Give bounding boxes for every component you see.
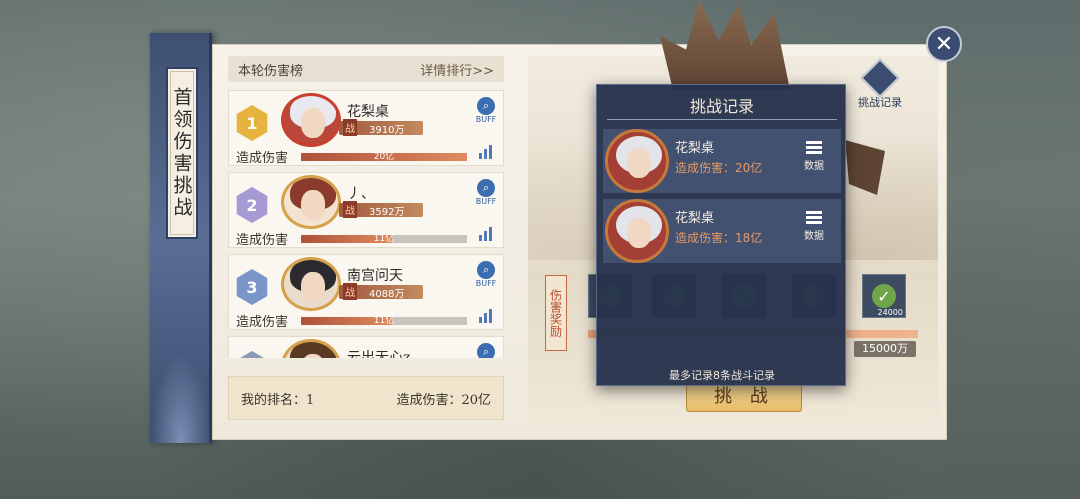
buff-label: BUFF — [475, 197, 497, 206]
ranking-row: 3 南宫问天 战 4088万 ⌕ BUFF 造成伤害 11亿 — [228, 254, 504, 330]
player-name: 花梨桌 — [347, 104, 389, 120]
rank-badge: 1 — [236, 105, 268, 141]
avatar-face — [301, 272, 325, 302]
player-name: 南宫问天 — [347, 268, 403, 284]
rank-badge: 3 — [236, 269, 268, 305]
banner-title: 首领伤害挑战 — [166, 67, 198, 239]
detail-ranking-link[interactable]: 详情排行>> — [420, 60, 494, 79]
list-icon — [797, 211, 831, 224]
challenge-record-button[interactable]: 挑战记录 — [852, 58, 908, 116]
record-name: 花梨桌 — [675, 141, 715, 156]
power-bar: 战 3910万 — [339, 119, 423, 136]
avatar-face — [301, 108, 325, 138]
wave-decoration — [150, 353, 212, 443]
ranking-row: 2 丿、 战 3592万 ⌕ BUFF 造成伤害 11亿 — [228, 172, 504, 248]
my-rank-text: 我的排名：1 — [241, 392, 315, 408]
ranking-row: 1 花梨桌 战 3910万 ⌕ BUFF 造成伤害 20亿 — [228, 90, 504, 166]
magnifier-icon: ⌕ — [477, 179, 495, 197]
power-value: 3592万 — [369, 206, 405, 218]
ranking-row: 4 云出无心z ⌕ — [228, 336, 504, 358]
damage-label: 造成伤害 — [236, 151, 289, 166]
reward-box[interactable]: ✓ 24000 — [862, 274, 906, 318]
player-name: 丿、 — [347, 186, 375, 202]
damage-value: 20亿 — [373, 152, 395, 162]
stats-icon[interactable] — [479, 145, 495, 159]
zhan-badge: 战 — [343, 119, 357, 136]
rank-badge: 4 — [236, 351, 268, 358]
title-banner: 首领伤害挑战 — [150, 33, 212, 443]
record-row: 花梨桌 造成伤害：18亿 数据 — [603, 199, 841, 263]
popup-title: 挑战记录 — [689, 97, 754, 116]
zhan-badge: 战 — [343, 201, 357, 218]
my-damage-text: 造成伤害：20亿 — [396, 392, 491, 408]
list-icon — [797, 141, 831, 154]
magnifier-icon: ⌕ — [477, 97, 495, 115]
player-avatar[interactable] — [281, 175, 341, 229]
power-value: 4088万 — [369, 288, 405, 300]
divider — [607, 119, 837, 120]
my-rank-bar: 我的排名：1 造成伤害：20亿 — [228, 376, 504, 420]
power-bar: 战 4088万 — [339, 283, 423, 300]
player-avatar[interactable] — [281, 93, 341, 147]
stats-icon[interactable] — [479, 309, 495, 323]
buff-icon[interactable]: ⌕ BUFF — [475, 261, 497, 288]
avatar-face — [301, 190, 325, 220]
data-label: 数据 — [804, 231, 824, 242]
buff-icon[interactable]: ⌕ — [475, 343, 497, 358]
record-avatar — [605, 199, 669, 263]
player-name: 云出无心z — [347, 350, 411, 358]
damage-value: 11亿 — [373, 316, 395, 326]
player-avatar[interactable] — [281, 339, 341, 358]
reward-threshold: 15000万 — [854, 341, 916, 357]
power-bar: 战 3592万 — [339, 201, 423, 218]
damage-label: 造成伤害 — [236, 233, 289, 248]
close-icon[interactable]: ✕ — [926, 26, 962, 62]
buff-icon[interactable]: ⌕ BUFF — [475, 97, 497, 124]
record-damage: 造成伤害：20亿 — [675, 161, 763, 175]
record-damage: 造成伤害：18亿 — [675, 231, 763, 245]
damage-value: 11亿 — [373, 234, 395, 244]
record-name: 花梨桌 — [675, 211, 715, 226]
reward-label: 伤害奖励 — [545, 275, 567, 351]
buff-icon[interactable]: ⌕ BUFF — [475, 179, 497, 206]
ranking-list[interactable]: 1 花梨桌 战 3910万 ⌕ BUFF 造成伤害 20亿 2 丿、 战 359… — [228, 90, 504, 358]
stats-icon[interactable] — [479, 227, 495, 241]
record-button-label: 挑战记录 — [858, 96, 902, 109]
avatar-face — [627, 148, 651, 178]
record-data-button[interactable]: 数据 — [797, 211, 831, 242]
buff-label: BUFF — [475, 115, 497, 124]
record-row: 花梨桌 造成伤害：20亿 数据 — [603, 129, 841, 193]
damage-label: 造成伤害 — [236, 315, 289, 330]
challenge-record-popup: 挑战记录 花梨桌 造成伤害：20亿 数据 花梨桌 造成伤害：18亿 数据 最多记… — [596, 84, 846, 386]
record-avatar — [605, 129, 669, 193]
power-value: 3910万 — [369, 124, 405, 136]
avatar-face — [627, 218, 651, 248]
check-icon: ✓ — [872, 284, 896, 308]
ranking-header: 本轮伤害榜 详情排行>> — [228, 56, 504, 82]
data-label: 数据 — [804, 161, 824, 172]
record-icon — [860, 58, 900, 98]
rank-badge: 2 — [236, 187, 268, 223]
zhan-badge: 战 — [343, 283, 357, 300]
record-data-button[interactable]: 数据 — [797, 141, 831, 172]
reward-quantity: 24000 — [877, 308, 903, 317]
player-avatar[interactable] — [281, 257, 341, 311]
magnifier-icon: ⌕ — [477, 261, 495, 279]
buff-label: BUFF — [475, 279, 497, 288]
magnifier-icon: ⌕ — [477, 343, 495, 358]
record-limit-note: 最多记录8条战斗记录 — [669, 369, 775, 382]
ranking-title: 本轮伤害榜 — [238, 63, 304, 79]
